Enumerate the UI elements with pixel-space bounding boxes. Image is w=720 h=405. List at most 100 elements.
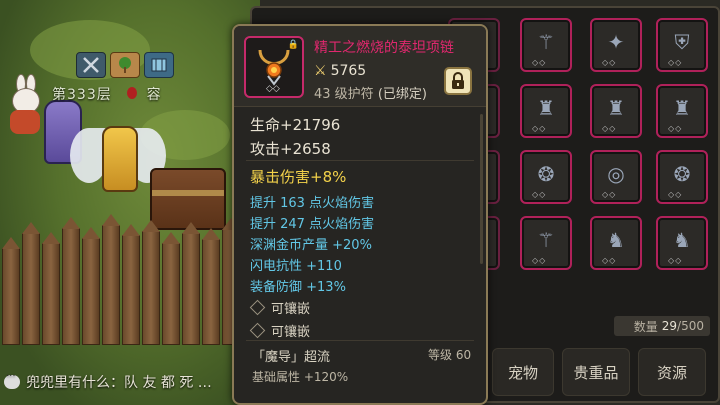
stat-attack: 攻击+2658 [250, 140, 331, 158]
slot-dots: ◇◇ [602, 190, 617, 199]
floor-indicator: 第333层 容 [52, 84, 162, 104]
tab-valuables[interactable]: 贵重品 [562, 348, 630, 396]
inventory-slot[interactable]: ✦ ◇◇ [590, 18, 642, 72]
padlock-icon [452, 72, 464, 89]
slot-dots: ◇◇ [602, 256, 617, 265]
slot-dots: ◇◇ [602, 58, 617, 67]
inventory-slot[interactable]: ❂ ◇◇ [520, 150, 572, 204]
chat-line[interactable]: 兜兜里有什么：队 友 都 死 … [0, 367, 232, 397]
ring-icon: ◎ [607, 162, 625, 186]
bonus-line: 提升 163 点火焰伤害 [250, 196, 375, 211]
game-world[interactable]: 第333层 容 兜兜里有什么：队 友 都 死 … [0, 0, 260, 405]
fence-stake [162, 232, 180, 345]
necklace-icon: ❂ [673, 162, 691, 186]
count-max: /500 [677, 319, 704, 333]
inventory-count: 数量 29 /500 [614, 316, 710, 336]
slot-dots: ◇◇ [532, 124, 547, 133]
chest-armor-icon: ⛨ [674, 30, 690, 54]
inventory-slot[interactable]: ⛨ ◇◇ [656, 18, 708, 72]
inventory-slot[interactable]: ♞ ◇◇ [656, 216, 708, 270]
tab-valuables-label: 贵重品 [573, 363, 619, 382]
item-tooltip: 🔒 ◇◇ 精工之燃烧的泰坦项链 ⚔5765 43 级护符 (已绑定) 生命+2 [232, 24, 488, 405]
winged-hero-character[interactable] [70, 118, 166, 198]
staff-icon: ⚚ [537, 228, 555, 252]
socket-diamond-icon [249, 299, 266, 316]
tree-icon[interactable] [110, 52, 140, 78]
rabbit-character[interactable] [8, 74, 42, 134]
slot-dots: ◇◇ [668, 256, 683, 265]
bonus-line: 闪电抗性 +110 [250, 259, 342, 274]
hero-armor [102, 126, 138, 192]
fence-stake [2, 237, 20, 345]
bonus-line: 装备防御 +13% [250, 280, 346, 295]
fence-stake [42, 232, 60, 345]
slot-dots: ◇◇ [532, 58, 547, 67]
slot-dots: ◇◇ [668, 190, 683, 199]
item-dots: ◇◇ [266, 84, 280, 94]
mace-icon: ✦ [607, 30, 625, 54]
count-current: 29 [661, 319, 678, 333]
robe-icon: ♜ [607, 96, 625, 120]
power-sword-icon: ⚔ [314, 63, 327, 79]
tooltip-header: 🔒 ◇◇ 精工之燃烧的泰坦项链 ⚔ 5765 43 级护符 (已绑定) [234, 26, 486, 107]
tab-pets[interactable]: 宠物 [492, 348, 554, 396]
tab-resources-label: 资源 [656, 363, 687, 382]
inventory-slot[interactable]: ◎ ◇◇ [590, 150, 642, 204]
fence-stake [202, 228, 220, 345]
tooltip-scrollbar[interactable] [480, 114, 483, 264]
rabbit-body [10, 110, 40, 134]
divider [246, 340, 474, 341]
divider [246, 160, 474, 161]
inventory-slot[interactable]: ♜ ◇◇ [656, 84, 708, 138]
boss-text: 容 [146, 87, 162, 103]
chat-bubble-icon [4, 371, 20, 389]
item-level-type: 43 级护符 [314, 87, 374, 102]
crossed-swords-icon[interactable] [76, 52, 106, 78]
item-subtitle: 43 级护符 (已绑定) [314, 83, 427, 102]
inventory-slot[interactable]: ♜ ◇◇ [520, 84, 572, 138]
inventory-slot[interactable]: ♜ ◇◇ [590, 84, 642, 138]
bonus-line: 深渊金币产量 +20% [250, 238, 372, 253]
wooden-fence [0, 214, 260, 345]
fence-stake [62, 217, 80, 345]
inventory-slot[interactable]: ♞ ◇◇ [590, 216, 642, 270]
fence-stake [102, 214, 120, 345]
set-base-attribute: 基础属性 +120% [252, 370, 349, 384]
map-icon[interactable] [144, 52, 174, 78]
staff-icon: ⚚ [537, 30, 555, 54]
inventory-slot[interactable]: ⚚ ◇◇ [520, 18, 572, 72]
fence-stake [182, 222, 200, 345]
item-icon-frame: 🔒 ◇◇ [244, 36, 304, 98]
socket-slot[interactable]: 可镶嵌 [249, 321, 311, 340]
item-power: ⚔ 5765 [314, 63, 366, 79]
bonus-line: 提升 247 点火焰伤害 [250, 217, 375, 232]
boss-icon [127, 87, 138, 99]
slot-dots: ◇◇ [668, 58, 683, 67]
fence-stake [122, 224, 140, 345]
count-label: 数量 [633, 319, 658, 334]
socket-label: 可镶嵌 [271, 302, 311, 317]
tab-resources[interactable]: 资源 [638, 348, 706, 396]
socket-diamond-icon [249, 322, 266, 339]
socket-label: 可镶嵌 [271, 325, 311, 340]
set-level: 等级 60 [428, 348, 472, 362]
robe-icon: ♜ [673, 96, 691, 120]
slot-dots: ◇◇ [532, 190, 547, 199]
socket-slot[interactable]: 可镶嵌 [249, 298, 311, 317]
boots-icon: ♞ [607, 228, 625, 252]
necklace-icon [258, 49, 290, 86]
necklace-icon: ❂ [537, 162, 555, 186]
slot-dots: ◇◇ [668, 124, 683, 133]
fence-stake [142, 220, 160, 345]
set-name: 「魔导」超流 [252, 350, 331, 365]
item-bound-status: (已绑定) [377, 87, 427, 102]
power-value: 5765 [330, 63, 367, 79]
floor-text: 第333层 [52, 87, 112, 103]
item-name: 精工之燃烧的泰坦项链 [314, 40, 454, 56]
fence-stake [22, 222, 40, 345]
inventory-slot[interactable]: ❂ ◇◇ [656, 150, 708, 204]
lock-button[interactable] [444, 67, 472, 95]
slot-dots: ◇◇ [532, 256, 547, 265]
stat-hp: 生命+21796 [250, 116, 341, 134]
inventory-slot[interactable]: ⚚ ◇◇ [520, 216, 572, 270]
